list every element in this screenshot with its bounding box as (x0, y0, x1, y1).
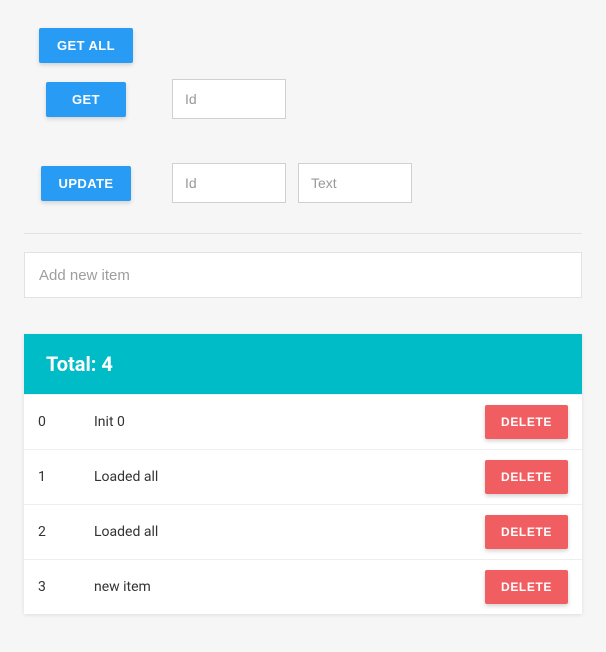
delete-button[interactable]: DELETE (485, 570, 568, 604)
delete-button[interactable]: DELETE (485, 405, 568, 439)
delete-button[interactable]: DELETE (485, 460, 568, 494)
update-id-input[interactable] (172, 163, 286, 203)
page-container: GET ALL GET UPDATE Total: 4 0 Init 0 DEL… (0, 0, 606, 638)
get-id-input[interactable] (172, 79, 286, 119)
get-button[interactable]: GET (46, 82, 126, 117)
delete-button[interactable]: DELETE (485, 515, 568, 549)
get-all-button[interactable]: GET ALL (39, 28, 133, 63)
update-row: UPDATE (24, 163, 582, 203)
item-id: 3 (38, 579, 94, 595)
list-item: 3 new item DELETE (24, 559, 582, 614)
card-header: Total: 4 (24, 334, 582, 394)
list-item: 2 Loaded all DELETE (24, 504, 582, 559)
item-text: new item (94, 579, 485, 595)
update-button[interactable]: UPDATE (41, 166, 132, 201)
item-id: 2 (38, 524, 94, 540)
button-cell: GET ALL (24, 28, 148, 63)
items-card: Total: 4 0 Init 0 DELETE 1 Loaded all DE… (24, 334, 582, 614)
item-actions: DELETE (485, 515, 568, 549)
list-item: 1 Loaded all DELETE (24, 449, 582, 504)
list-item: 0 Init 0 DELETE (24, 394, 582, 449)
button-cell: GET (24, 82, 148, 117)
button-cell: UPDATE (24, 166, 148, 201)
item-text: Loaded all (94, 524, 485, 540)
item-id: 0 (38, 414, 94, 430)
separator (24, 233, 582, 234)
item-text: Init 0 (94, 414, 485, 430)
total-count: 4 (101, 352, 112, 376)
get-row: GET (24, 79, 582, 119)
total-prefix: Total: (46, 352, 101, 376)
update-text-input[interactable] (298, 163, 412, 203)
add-item-input[interactable] (24, 252, 582, 298)
item-actions: DELETE (485, 570, 568, 604)
get-all-row: GET ALL (24, 28, 582, 63)
item-actions: DELETE (485, 460, 568, 494)
item-actions: DELETE (485, 405, 568, 439)
item-id: 1 (38, 469, 94, 485)
item-text: Loaded all (94, 469, 485, 485)
spacer (24, 135, 582, 163)
